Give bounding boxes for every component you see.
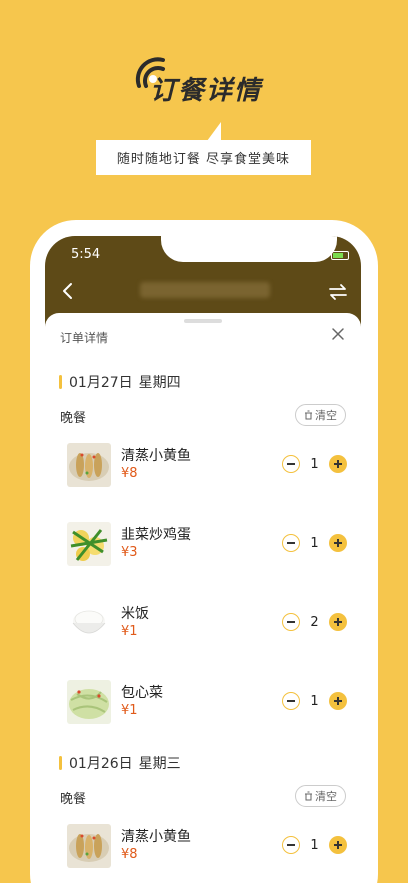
promo-title: 订餐详情 xyxy=(150,76,263,106)
sheet-title: 订单详情 xyxy=(60,331,109,345)
network-type: 4G xyxy=(311,249,327,262)
phone-screen: 5:54 4G 订单详情 01月27日 星期四 晚餐 清空 清蒸小黄鱼 ¥8 1… xyxy=(45,236,361,883)
item-name: 清蒸小黄鱼 xyxy=(121,829,191,845)
quantity-stepper: 2 xyxy=(282,613,347,631)
weekday-text: 星期三 xyxy=(138,756,181,772)
cart-item: 清蒸小黄鱼 ¥8 1 xyxy=(67,443,347,493)
promo-subtitle: 随时随地订餐 尽享食堂美味 xyxy=(96,140,311,175)
weekday-text: 星期四 xyxy=(138,375,181,391)
item-price: ¥1 xyxy=(121,624,138,639)
item-price: ¥1 xyxy=(121,703,138,718)
steamed-fish-image xyxy=(67,824,111,868)
bubble-tail xyxy=(207,122,221,141)
date-text: 01月27日 xyxy=(69,375,133,391)
date-header: 01月26日 星期三 xyxy=(59,753,181,773)
date-header: 01月27日 星期四 xyxy=(59,372,181,392)
status-time: 5:54 xyxy=(71,247,101,262)
decrease-button[interactable] xyxy=(282,455,300,473)
order-detail-sheet: 订单详情 01月27日 星期四 晚餐 清空 清蒸小黄鱼 ¥8 1 韭菜炒鸡蛋 ¥… xyxy=(45,313,361,883)
increase-button[interactable] xyxy=(329,534,347,552)
increase-button[interactable] xyxy=(329,692,347,710)
swap-icon[interactable] xyxy=(327,281,349,303)
quantity-stepper: 1 xyxy=(282,534,347,552)
rice-image xyxy=(67,601,111,645)
close-icon[interactable] xyxy=(331,327,345,341)
quantity-value: 1 xyxy=(310,693,319,709)
quantity-value: 1 xyxy=(310,456,319,472)
decrease-button[interactable] xyxy=(282,613,300,631)
meal-label: 晚餐 xyxy=(60,411,87,426)
increase-button[interactable] xyxy=(329,613,347,631)
clear-button[interactable]: 清空 xyxy=(295,785,346,807)
decrease-button[interactable] xyxy=(282,836,300,854)
status-indicators: 4G xyxy=(296,249,349,262)
cart-item: 清蒸小黄鱼 ¥8 1 xyxy=(67,824,347,874)
item-name: 韭菜炒鸡蛋 xyxy=(121,527,191,543)
decrease-button[interactable] xyxy=(282,534,300,552)
chive-egg-image xyxy=(67,522,111,566)
quantity-stepper: 1 xyxy=(282,692,347,710)
steamed-fish-image xyxy=(67,443,111,487)
trash-icon xyxy=(305,410,312,420)
quantity-value: 2 xyxy=(310,614,319,630)
cabbage-image xyxy=(67,680,111,724)
chevron-left-icon[interactable] xyxy=(57,280,79,302)
cart-item: 包心菜 ¥1 1 xyxy=(67,680,347,730)
nav-title-blurred xyxy=(140,282,270,298)
date-text: 01月26日 xyxy=(69,756,133,772)
item-price: ¥3 xyxy=(121,545,138,560)
increase-button[interactable] xyxy=(329,836,347,854)
quantity-value: 1 xyxy=(310,535,319,551)
battery-icon xyxy=(331,251,349,260)
item-name: 清蒸小黄鱼 xyxy=(121,448,191,464)
drag-handle[interactable] xyxy=(184,319,222,323)
quantity-stepper: 1 xyxy=(282,455,347,473)
clear-button[interactable]: 清空 xyxy=(295,404,346,426)
decrease-button[interactable] xyxy=(282,692,300,710)
item-name: 包心菜 xyxy=(121,685,163,701)
meal-label: 晚餐 xyxy=(60,792,87,807)
quantity-value: 1 xyxy=(310,837,319,853)
cart-item: 韭菜炒鸡蛋 ¥3 1 xyxy=(67,522,347,572)
item-price: ¥8 xyxy=(121,847,138,862)
increase-button[interactable] xyxy=(329,455,347,473)
item-name: 米饭 xyxy=(121,606,149,622)
trash-icon xyxy=(305,791,312,801)
quantity-stepper: 1 xyxy=(282,836,347,854)
signal-icon xyxy=(296,251,308,261)
cart-item: 米饭 ¥1 2 xyxy=(67,601,347,651)
item-price: ¥8 xyxy=(121,466,138,481)
